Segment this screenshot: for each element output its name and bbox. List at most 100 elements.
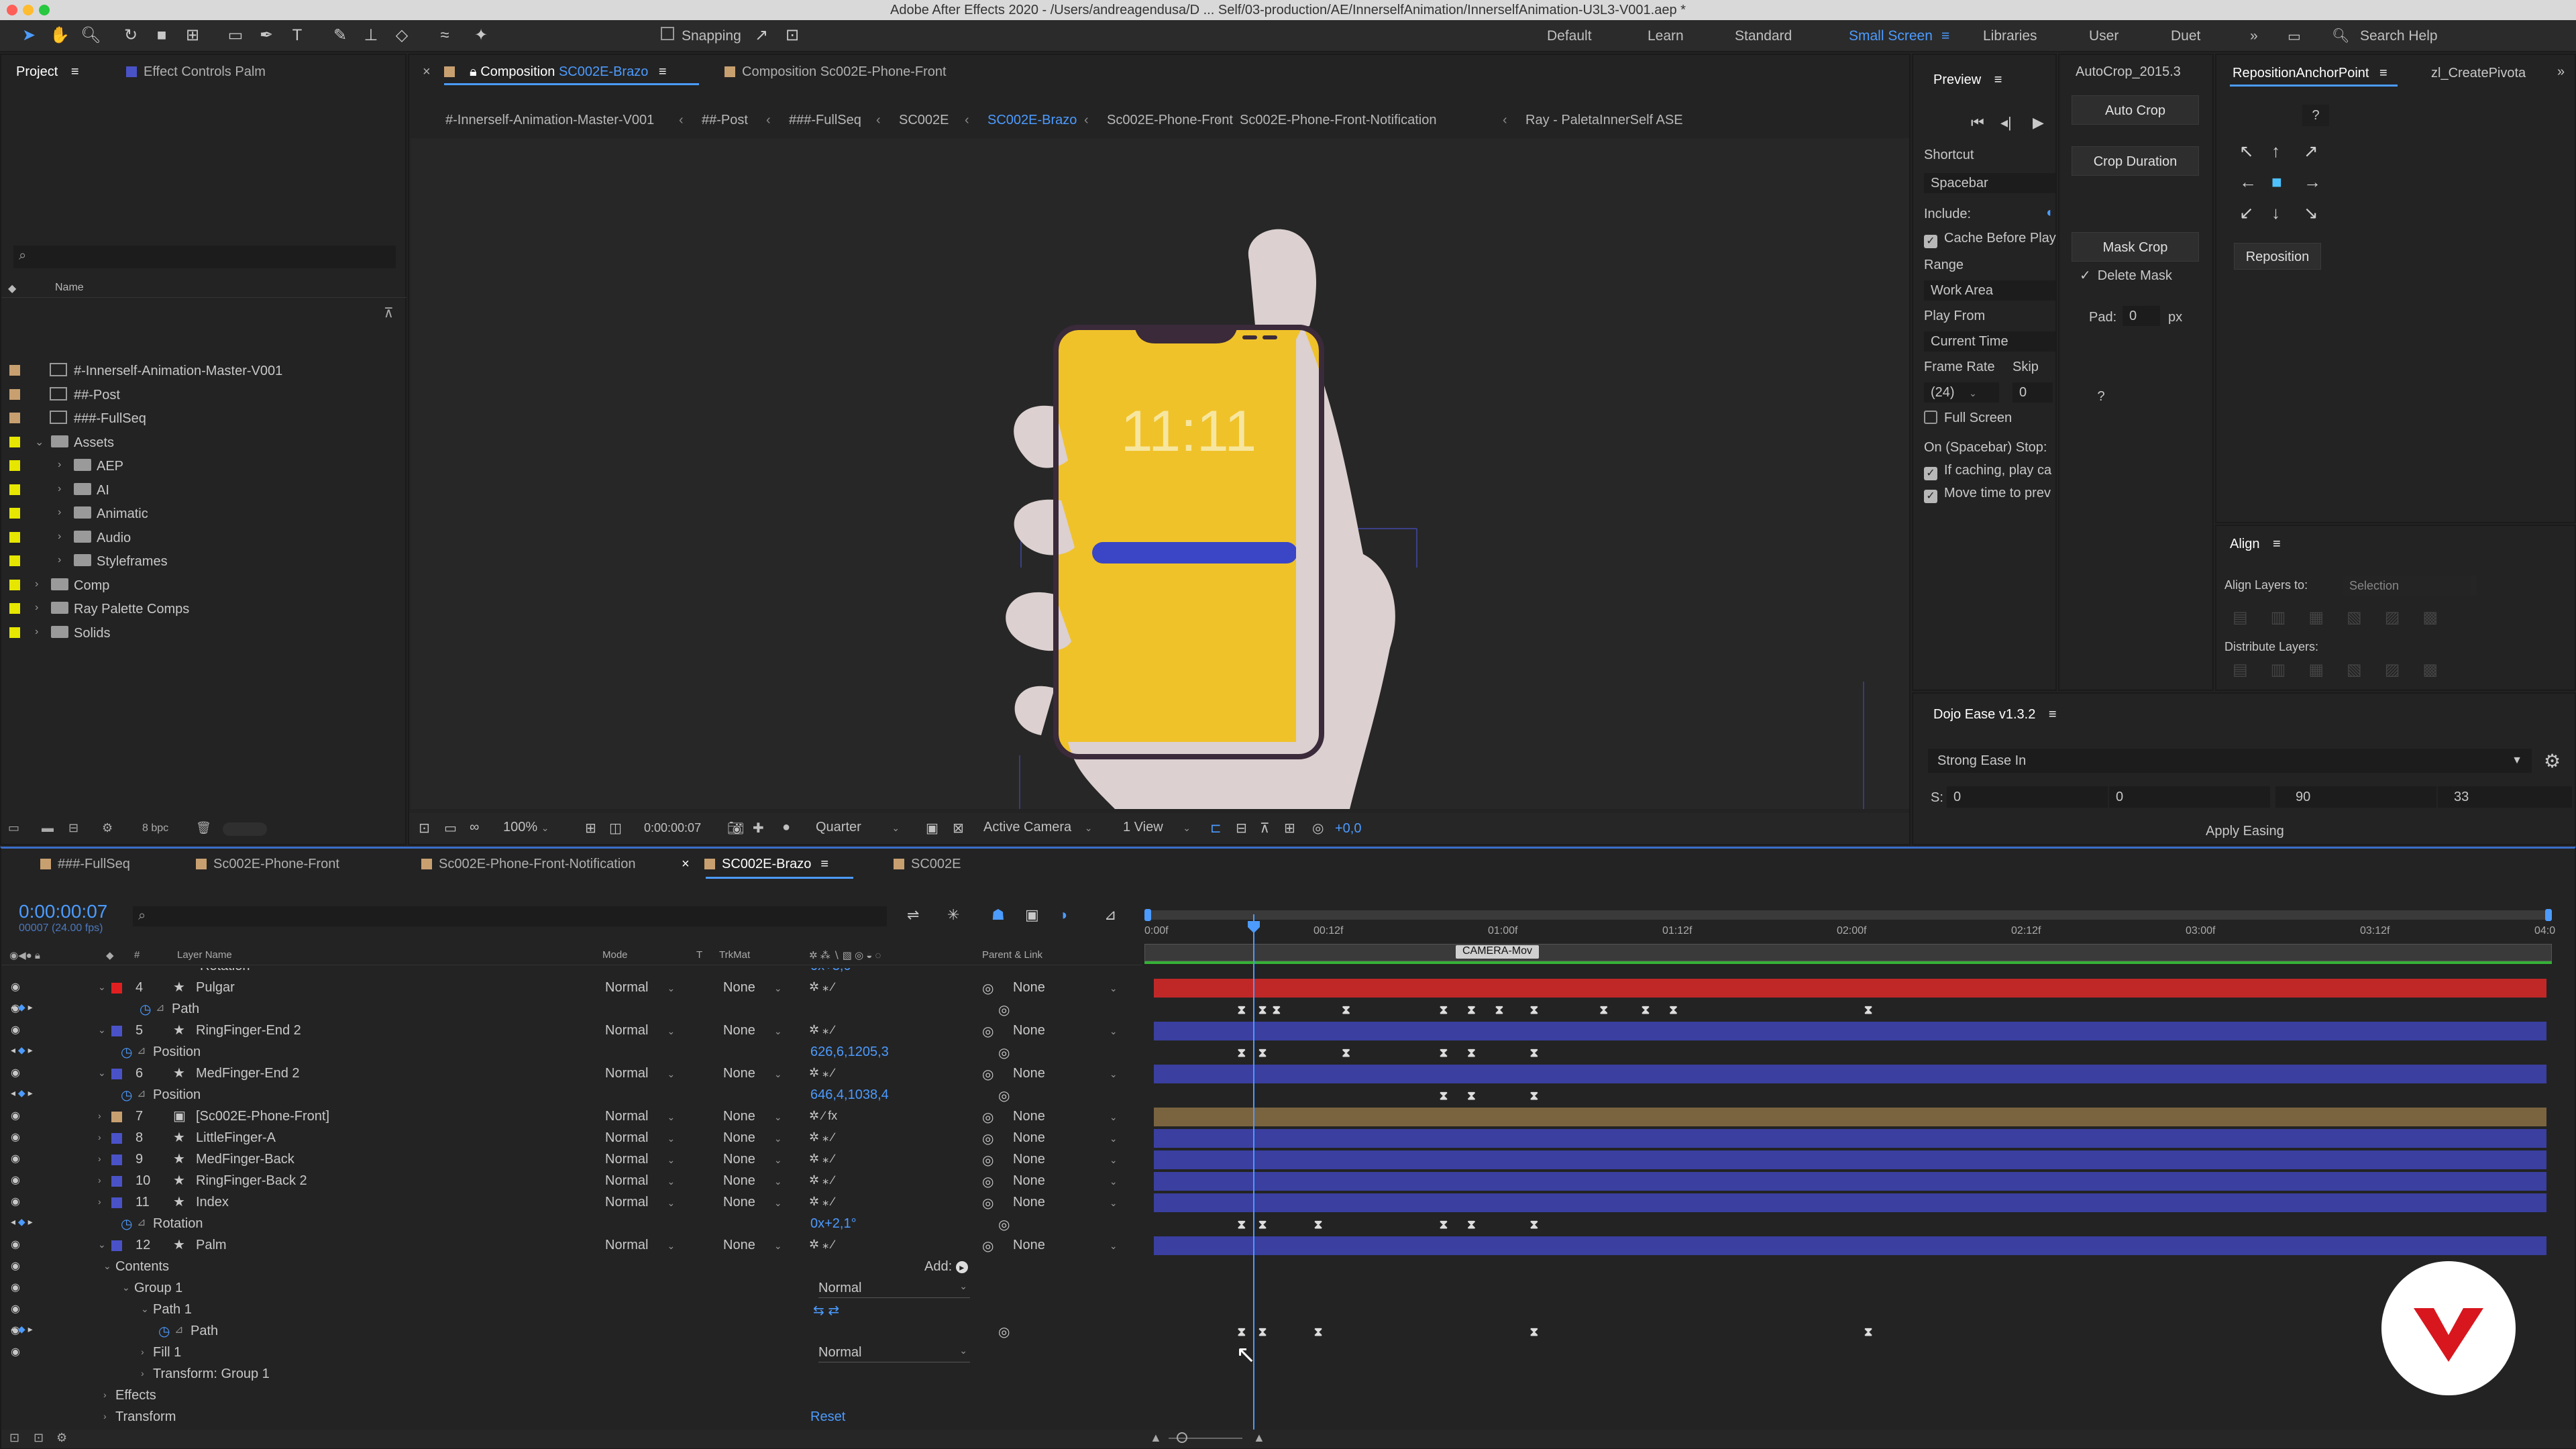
breadcrumb-item[interactable]: SC002E: [899, 113, 949, 128]
label-color-chip[interactable]: [9, 627, 20, 638]
property-value[interactable]: 626,6,1205,3: [810, 1044, 889, 1060]
breadcrumb-item[interactable]: SC002E-Brazo: [987, 113, 1077, 128]
chevron-right-icon[interactable]: ›: [103, 1389, 107, 1400]
layer-duration-bar[interactable]: [1154, 1172, 2546, 1191]
label-color-chip[interactable]: [9, 413, 20, 423]
graph-icon[interactable]: ⊿: [156, 1001, 164, 1014]
timeline-search-input[interactable]: ⌕: [133, 906, 887, 926]
crop-duration-button[interactable]: Crop Duration: [2072, 146, 2199, 176]
new-comp-icon[interactable]: ⊟: [68, 821, 78, 835]
s-value2-input[interactable]: 0: [2109, 786, 2270, 808]
delete-mask-checkbox[interactable]: ✓ Delete Mask: [2080, 267, 2172, 284]
chevron-right-icon[interactable]: ›: [58, 554, 61, 566]
tab-composition-phone-front[interactable]: Composition Sc002E-Phone-Front: [724, 64, 947, 80]
zoom-in-icon[interactable]: ▲: [1253, 1431, 1265, 1445]
trkmat-dropdown[interactable]: None ⌄: [723, 1173, 782, 1189]
apply-easing-button[interactable]: Apply Easing: [2206, 824, 2284, 839]
include-video-icon[interactable]: ◖: [2045, 205, 2053, 221]
vr-goggles-icon[interactable]: ∞: [470, 820, 479, 835]
layer-label-chip[interactable]: [111, 1133, 122, 1144]
mask-visibility-icon[interactable]: ◫: [609, 820, 622, 837]
blend-mode-dropdown[interactable]: Normal ⌄: [605, 1130, 675, 1146]
layer-row[interactable]: ◉ ⌄ 4 ★ Pulgar Normal ⌄ None ⌄ ✲ ⁎ ∕ ◎ None ⌄: [1, 977, 2546, 999]
visibility-eye-icon[interactable]: ◉: [11, 1109, 20, 1122]
expression-pickwhip-icon[interactable]: ◎: [998, 1002, 1010, 1018]
time-navigator[interactable]: [1144, 910, 2552, 920]
layer-label-chip[interactable]: [111, 1069, 122, 1079]
timeline-tab[interactable]: × SC002E-Brazo ≡: [682, 857, 828, 872]
add-shape-property-button[interactable]: Add: ▸: [924, 1259, 968, 1275]
keyframe-icon[interactable]: ⧗: [1599, 1004, 1608, 1016]
snap-grid-icon[interactable]: ⊡: [782, 25, 802, 46]
keyframe-icon[interactable]: ⧗: [1864, 1004, 1873, 1016]
expand-chevron-icon[interactable]: ⌄: [98, 981, 106, 993]
anchor-left-icon[interactable]: ←: [2239, 172, 2257, 193]
tab-composition-active[interactable]: 🔒︎ Composition SC002E-Brazo ≡: [444, 64, 667, 80]
parent-dropdown[interactable]: None ⌄: [1013, 980, 1118, 996]
skip-dropdown[interactable]: 0: [2012, 382, 2053, 402]
layer-duration-bar[interactable]: [1154, 1022, 2546, 1040]
tab-reposition-anchor[interactable]: RepositionAnchorPoint ≡: [2233, 66, 2387, 81]
expression-pickwhip-icon[interactable]: ◎: [998, 1216, 1010, 1233]
selection-tool-icon[interactable]: ➤: [19, 25, 39, 46]
layer-row[interactable]: ◉ › 8 ★ LittleFinger-A Normal ⌄ None ⌄ ✲ ⁎ ∕ ◎ None…: [1, 1128, 2546, 1149]
blend-mode-dropdown[interactable]: Normal ⌄: [605, 1238, 675, 1253]
property-row[interactable]: ◉ ⌄ Contents Add: ▸: [1, 1256, 1142, 1278]
project-item[interactable]: › Styleframes: [1, 550, 407, 573]
layer-duration-bar[interactable]: [1154, 979, 2546, 998]
property-value[interactable]: 646,4,1038,4: [810, 1087, 889, 1103]
layer-row[interactable]: ◉ › 9 ★ MedFinger-Back Normal ⌄ None ⌄ ✲ ⁎ ∕ ◎ None…: [1, 1149, 2546, 1171]
parent-pickwhip-icon[interactable]: ◎: [982, 1130, 994, 1147]
group-blend-mode-dropdown[interactable]: Normal ⌄: [818, 1345, 970, 1362]
toggle-switches-icon[interactable]: ⊡: [9, 1431, 19, 1445]
keyframe-icon[interactable]: ⧗: [1467, 1089, 1476, 1102]
fast-previews-icon[interactable]: ⊏: [1210, 820, 1222, 837]
layer-duration-bar[interactable]: [1154, 1150, 2546, 1169]
property-value[interactable]: 0x+3,0°: [810, 968, 857, 974]
auto-crop-button[interactable]: Auto Crop: [2072, 95, 2199, 125]
parent-dropdown[interactable]: None ⌄: [1013, 1152, 1118, 1167]
layer-switches[interactable]: ✲ ⁎ ∕: [809, 980, 834, 994]
visibility-eye-icon[interactable]: ◉: [11, 1195, 20, 1208]
project-item[interactable]: › Audio: [1, 527, 407, 549]
reset-exposure-icon[interactable]: ◎: [1312, 820, 1324, 837]
roto-brush-tool-icon[interactable]: ≈: [435, 25, 455, 46]
chevron-right-icon[interactable]: ›: [58, 483, 61, 495]
prev-frame-icon[interactable]: ◂|: [2000, 114, 2012, 131]
project-item[interactable]: ###-FullSeq: [1, 407, 407, 430]
label-color-chip[interactable]: [9, 603, 20, 614]
chevron-right-icon[interactable]: ›: [58, 459, 61, 471]
layer-label-chip[interactable]: [111, 1176, 122, 1187]
move-time-checkbox[interactable]: ✓ Move time to prev: [1924, 486, 2051, 503]
graph-icon[interactable]: ⊿: [137, 1044, 146, 1057]
visibility-eye-icon[interactable]: ◉: [11, 1066, 20, 1079]
layer-name[interactable]: MedFinger-End 2: [196, 1066, 300, 1081]
blend-mode-dropdown[interactable]: Normal ⌄: [605, 1173, 675, 1189]
anchor-center-icon[interactable]: ■: [2271, 172, 2282, 193]
layer-switches[interactable]: ✲ ⁎ ∕: [809, 1023, 834, 1037]
chevron-right-icon[interactable]: ›: [141, 1368, 144, 1379]
trkmat-dropdown[interactable]: None ⌄: [723, 1109, 782, 1124]
pen-tool-icon[interactable]: ✒: [256, 25, 276, 46]
comp-flowchart-icon[interactable]: ⊼: [1260, 820, 1270, 837]
keyframe-icon[interactable]: ⧗: [1530, 1046, 1539, 1059]
trkmat-dropdown[interactable]: None ⌄: [723, 1130, 782, 1146]
parent-dropdown[interactable]: None ⌄: [1013, 1023, 1118, 1038]
layer-label-chip[interactable]: [111, 1240, 122, 1251]
time-ruler[interactable]: 0:00f 00:12f 01:00f 01:12f 02:00f 02:12f 03:00…: [1144, 904, 2555, 964]
expand-chevron-icon[interactable]: ›: [98, 1175, 101, 1185]
label-color-chip[interactable]: [9, 436, 20, 447]
layer-switches[interactable]: ✲ ⁎ ∕: [809, 1173, 834, 1187]
pan-behind-tool-icon[interactable]: ⊞: [182, 25, 203, 46]
keyframe-icon[interactable]: ⧗: [1467, 1004, 1476, 1016]
work-area-bar[interactable]: [1144, 944, 2552, 961]
stopwatch-icon[interactable]: ◷: [121, 1087, 132, 1104]
layer-label-chip[interactable]: [111, 1155, 122, 1165]
keyframe-icon[interactable]: ⧗: [1314, 1218, 1323, 1230]
play-from-dropdown[interactable]: Current Time: [1924, 331, 2055, 352]
label-color-chip[interactable]: [9, 508, 20, 519]
region-of-interest-icon[interactable]: ▣: [926, 820, 938, 837]
layer-switches[interactable]: ✲ ⁎ ∕: [809, 1130, 834, 1144]
color-management-icon[interactable]: ●: [782, 820, 790, 835]
comp-mini-flowchart-icon[interactable]: ⇌: [907, 906, 919, 924]
